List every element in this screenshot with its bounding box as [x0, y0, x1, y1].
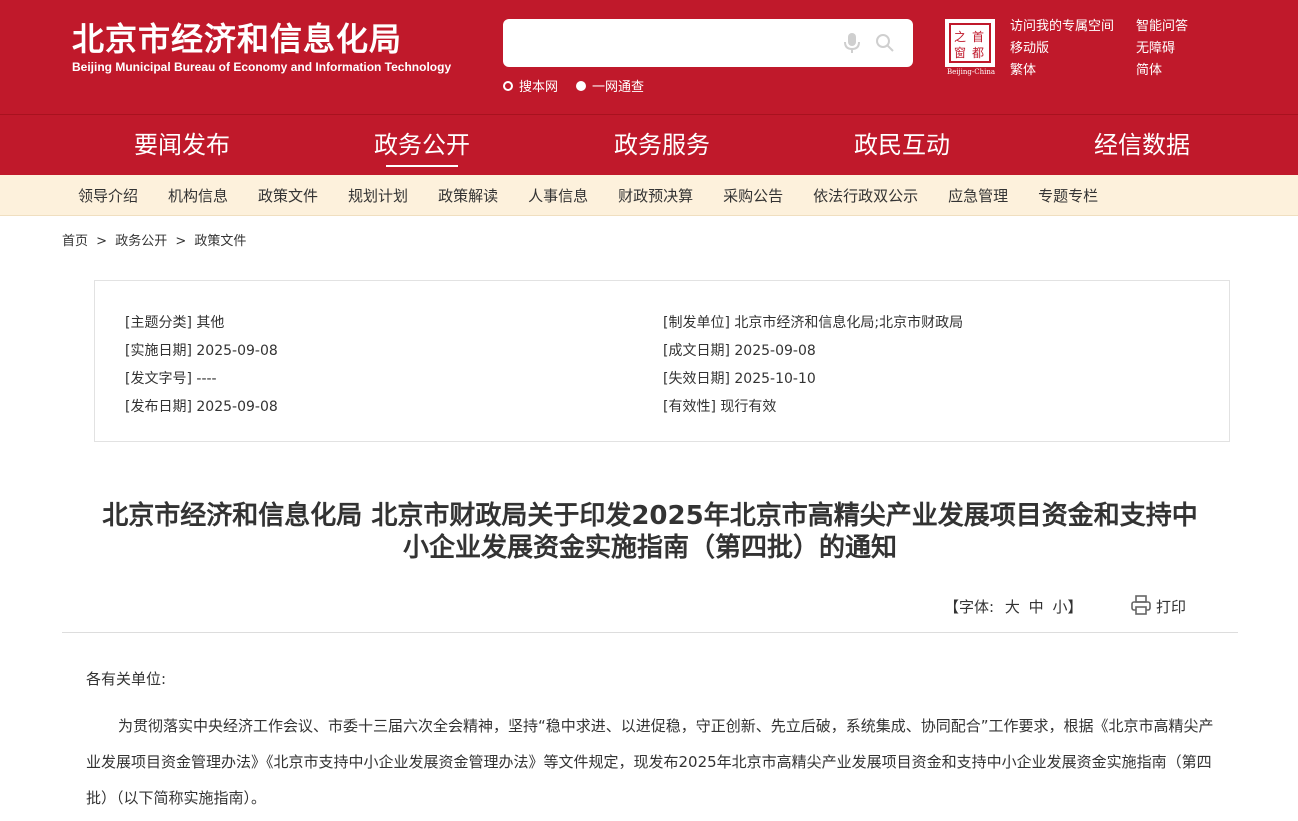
meta-label: [发文字号]	[125, 371, 192, 387]
subnav-emergency[interactable]: 应急管理	[948, 185, 1008, 206]
subnav-leaders[interactable]: 领导介绍	[78, 185, 138, 206]
svg-text:首: 首	[972, 30, 984, 44]
meta-value: 2025-09-08	[196, 399, 278, 415]
meta-topic: [主题分类] 其他	[125, 312, 224, 332]
nav-gov-affairs-open[interactable]: 政务公开	[302, 115, 542, 175]
scope-all-label: 一网通查	[592, 80, 645, 95]
subnav-personnel[interactable]: 人事信息	[528, 185, 588, 206]
site-header: 北京市经济和信息化局 Beijing Municipal Bureau of E…	[0, 0, 1298, 114]
salutation: 各有关单位:	[86, 670, 167, 688]
svg-text:都: 都	[972, 46, 984, 60]
meta-value: 2025-09-08	[196, 343, 278, 359]
my-space-link[interactable]: 访问我的专属空间	[1010, 16, 1114, 38]
mobile-link[interactable]: 移动版	[1010, 38, 1114, 60]
meta-impl-date: [实施日期] 2025-09-08	[125, 340, 278, 360]
nav-interaction[interactable]: 政民互动	[782, 115, 1022, 175]
sub-nav: 领导介绍 机构信息 政策文件 规划计划 政策解读 人事信息 财政预决算 采购公告…	[0, 175, 1298, 216]
scope-site-radio[interactable]: 搜本网	[503, 76, 558, 95]
capital-window-logo[interactable]: 首 都 之 窗 Beijing-China	[944, 18, 998, 76]
nav-data[interactable]: 经信数据	[1022, 115, 1262, 175]
font-small-button[interactable]: 小】	[1052, 598, 1082, 616]
meta-written-date: [成文日期] 2025-09-08	[663, 340, 816, 360]
subnav-org-info[interactable]: 机构信息	[168, 185, 228, 206]
breadcrumb-gov-affairs[interactable]: 政务公开	[115, 234, 167, 249]
article-title: 北京市经济和信息化局 北京市财政局关于印发2025年北京市高精尖产业发展项目资金…	[62, 500, 1238, 564]
font-size-controls: 【字体: 大 中 小】	[944, 596, 1082, 617]
subnav-budget[interactable]: 财政预决算	[618, 185, 693, 206]
svg-text:Beijing-China: Beijing-China	[947, 68, 995, 76]
meta-value: 北京市经济和信息化局;北京市财政局	[734, 315, 964, 331]
article-title-line2: 小企业发展资金实施指南（第四批）的通知	[402, 533, 897, 563]
radio-selected-icon	[576, 80, 586, 91]
search-icon[interactable]	[875, 33, 895, 53]
meta-publish-date: [发布日期] 2025-09-08	[125, 396, 278, 416]
meta-label: [有效性]	[663, 399, 716, 415]
subnav-double-publicity[interactable]: 依法行政双公示	[813, 185, 918, 206]
title-divider	[62, 632, 1238, 633]
meta-label: [失效日期]	[663, 371, 730, 387]
printer-icon[interactable]	[1130, 594, 1152, 616]
meta-issuer: [制发单位] 北京市经济和信息化局;北京市财政局	[663, 312, 963, 332]
svg-text:窗: 窗	[954, 46, 966, 60]
document-metadata: [主题分类] 其他 [制发单位] 北京市经济和信息化局;北京市财政局 [实施日期…	[94, 280, 1230, 442]
meta-validity: [有效性] 现行有效	[663, 396, 776, 416]
subnav-special-topics[interactable]: 专题专栏	[1038, 185, 1098, 206]
meta-expire-date: [失效日期] 2025-10-10	[663, 368, 816, 388]
top-links-col2: 智能问答 无障碍 简体	[1136, 16, 1188, 82]
font-medium-button[interactable]: 中	[1029, 598, 1044, 616]
breadcrumb: 首页 > 政务公开 > 政策文件	[62, 230, 250, 249]
subnav-policy-interpretation[interactable]: 政策解读	[438, 185, 498, 206]
breadcrumb-policy-docs[interactable]: 政策文件	[194, 234, 246, 249]
accessibility-link[interactable]: 无障碍	[1136, 38, 1188, 60]
nav-news[interactable]: 要闻发布	[62, 115, 302, 175]
meta-value: 2025-09-08	[734, 343, 816, 359]
svg-text:之: 之	[954, 30, 966, 44]
body-paragraph: 为贯彻落实中央经济工作会议、市委十三届六次全会精神，坚持“稳中求进、以进促稳，守…	[86, 717, 1214, 807]
meta-value: 现行有效	[720, 399, 777, 415]
scope-all-radio[interactable]: 一网通查	[576, 76, 644, 95]
subnav-plans[interactable]: 规划计划	[348, 185, 408, 206]
meta-value: ----	[196, 371, 217, 387]
font-size-label: 【字体:	[944, 598, 995, 616]
breadcrumb-separator: >	[175, 234, 187, 249]
site-logo-en: Beijing Municipal Bureau of Economy and …	[72, 60, 452, 74]
font-large-button[interactable]: 大	[1005, 598, 1020, 616]
search-input[interactable]	[503, 19, 913, 67]
smart-qa-link[interactable]: 智能问答	[1136, 16, 1188, 38]
article-title-line1: 北京市经济和信息化局 北京市财政局关于印发2025年北京市高精尖产业发展项目资金…	[102, 501, 1198, 531]
subnav-procurement[interactable]: 采购公告	[723, 185, 783, 206]
meta-label: [主题分类]	[125, 315, 192, 331]
radio-unselected-icon	[503, 80, 513, 91]
microphone-icon[interactable]	[843, 32, 861, 54]
meta-doc-number: [发文字号] ----	[125, 368, 217, 388]
meta-label: [实施日期]	[125, 343, 192, 359]
breadcrumb-home[interactable]: 首页	[62, 234, 88, 249]
meta-label: [发布日期]	[125, 399, 192, 415]
print-button[interactable]: 打印	[1156, 596, 1186, 617]
nav-gov-services[interactable]: 政务服务	[542, 115, 782, 175]
traditional-link[interactable]: 繁体	[1010, 60, 1114, 82]
simplified-link[interactable]: 简体	[1136, 60, 1188, 82]
meta-label: [制发单位]	[663, 315, 730, 331]
meta-value: 其他	[196, 315, 225, 331]
scope-site-label: 搜本网	[519, 80, 559, 95]
breadcrumb-separator: >	[96, 234, 108, 249]
meta-label: [成文日期]	[663, 343, 730, 359]
site-logo-cn[interactable]: 北京市经济和信息化局	[72, 14, 402, 60]
subnav-policy-docs[interactable]: 政策文件	[258, 185, 318, 206]
meta-value: 2025-10-10	[734, 371, 816, 387]
top-links-col1: 访问我的专属空间 移动版 繁体	[1010, 16, 1114, 82]
main-nav: 要闻发布 政务公开 政务服务 政民互动 经信数据	[0, 114, 1298, 175]
